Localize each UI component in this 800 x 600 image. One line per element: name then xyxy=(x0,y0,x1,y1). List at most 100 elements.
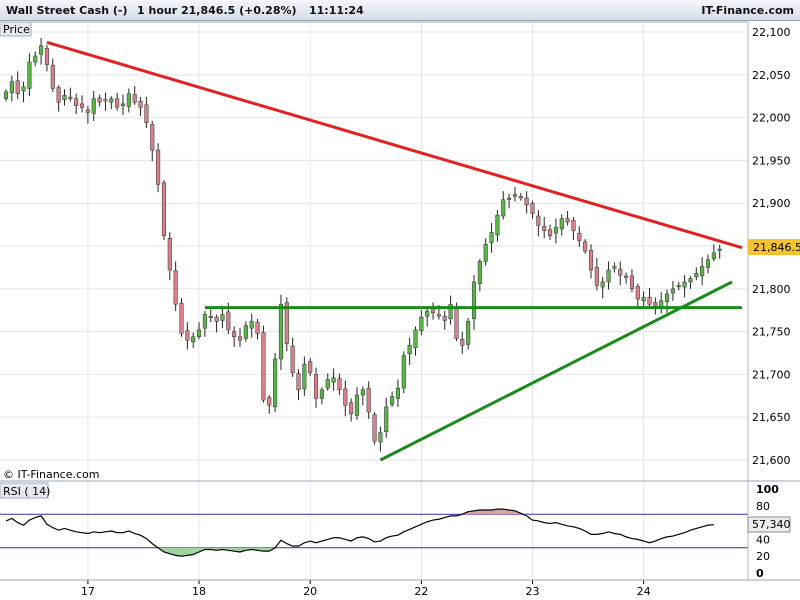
candle-down xyxy=(343,388,348,406)
candle-down xyxy=(255,321,260,334)
candle-down xyxy=(518,196,523,199)
candle-down xyxy=(74,98,79,106)
date-tick-label: 17 xyxy=(81,585,95,598)
candle-down xyxy=(267,397,272,406)
candle-up xyxy=(126,93,131,107)
candle-down xyxy=(173,270,178,305)
candle-up xyxy=(512,194,518,197)
candle-down xyxy=(290,345,295,373)
candle-down xyxy=(68,96,73,100)
chart-canvas[interactable]: 22,10022,05022,00021,95021,90021,85021,8… xyxy=(0,0,800,600)
candle-up xyxy=(249,321,254,329)
last-rsi-label: 57,340 xyxy=(752,518,791,531)
candle-down xyxy=(530,202,535,214)
candle-up xyxy=(665,293,670,302)
candle-down xyxy=(565,218,570,223)
candle-up xyxy=(384,406,389,433)
candle-down xyxy=(594,267,599,286)
candle-down xyxy=(542,226,547,231)
candle-up xyxy=(419,316,424,331)
candle-up xyxy=(700,266,705,277)
candle-down xyxy=(232,331,237,337)
candle-up xyxy=(208,315,213,318)
candle-down xyxy=(132,94,137,103)
date-tick-label: 20 xyxy=(303,585,317,598)
last-price-label: 21,846.5 xyxy=(753,241,800,254)
price-tick-label: 21,950 xyxy=(752,154,791,167)
candle-up xyxy=(120,103,126,106)
candle-down xyxy=(115,98,120,108)
candle-down xyxy=(647,297,652,305)
candle-up xyxy=(489,232,494,243)
candle-down xyxy=(548,229,553,236)
candle-down xyxy=(653,302,658,307)
candle-up xyxy=(3,91,9,100)
candle-up xyxy=(202,314,207,329)
rsi-panel-label: RSI ( 14) xyxy=(3,485,50,498)
candle-up xyxy=(612,266,617,269)
candle-down xyxy=(237,336,243,341)
price-tick-label: 22,100 xyxy=(752,26,791,39)
candle-down xyxy=(436,314,441,317)
price-tick-label: 21,650 xyxy=(752,411,791,424)
price-tick-label: 22,050 xyxy=(752,69,791,82)
candle-down xyxy=(337,378,342,391)
candle-down xyxy=(314,374,319,399)
candle-up xyxy=(413,329,418,349)
candle-up xyxy=(21,86,26,92)
candle-down xyxy=(618,268,623,276)
candle-down xyxy=(85,109,90,113)
candle-up xyxy=(354,394,360,416)
candle-up xyxy=(553,226,558,234)
candle-down xyxy=(80,103,85,108)
candle-down xyxy=(583,241,588,252)
candle-up xyxy=(109,98,114,103)
candle-down xyxy=(185,330,190,341)
candle-up xyxy=(688,278,693,283)
rsi-overbought-fill xyxy=(497,509,504,515)
candle-down xyxy=(308,361,313,373)
rsi-tick-label: 20 xyxy=(756,550,770,563)
candle-up xyxy=(62,95,67,100)
candle-down xyxy=(629,275,635,290)
candle-down xyxy=(226,311,231,331)
candle-up xyxy=(694,273,699,278)
candle-up xyxy=(495,214,500,236)
rsi-tick-label: 80 xyxy=(756,500,770,513)
candle-up xyxy=(302,363,307,390)
rsi-overbought-fill xyxy=(485,510,492,515)
watermark: © IT-Finance.com xyxy=(3,468,100,481)
candle-up xyxy=(559,218,564,230)
candle-down xyxy=(442,315,447,321)
candle-up xyxy=(91,98,96,114)
date-tick-label: 22 xyxy=(414,585,428,598)
candle-down xyxy=(635,285,640,300)
candle-down xyxy=(571,220,576,231)
candle-down xyxy=(536,215,541,226)
date-tick-label: 23 xyxy=(526,585,540,598)
candle-down xyxy=(156,149,161,185)
candle-up xyxy=(501,199,506,217)
candle-up xyxy=(407,345,412,355)
candle-down xyxy=(366,387,371,413)
candle-down xyxy=(460,339,465,346)
rsi-overbought-fill xyxy=(479,510,486,515)
candle-up xyxy=(670,288,675,294)
candle-up xyxy=(676,285,681,288)
candle-down xyxy=(577,232,582,242)
candle-up xyxy=(319,389,324,399)
candle-down xyxy=(296,373,301,391)
candle-down xyxy=(44,48,50,65)
candle-down xyxy=(103,99,108,102)
candle-up xyxy=(33,55,38,63)
candle-up xyxy=(191,336,196,343)
candle-up xyxy=(325,379,330,389)
candle-up xyxy=(197,329,202,337)
candle-up xyxy=(641,297,646,302)
candle-up xyxy=(466,321,471,345)
price-tick-label: 21,600 xyxy=(752,454,791,467)
candle-up xyxy=(711,252,716,260)
candle-up xyxy=(39,45,44,55)
price-tick-label: 21,900 xyxy=(752,197,791,210)
candle-up xyxy=(27,61,32,89)
